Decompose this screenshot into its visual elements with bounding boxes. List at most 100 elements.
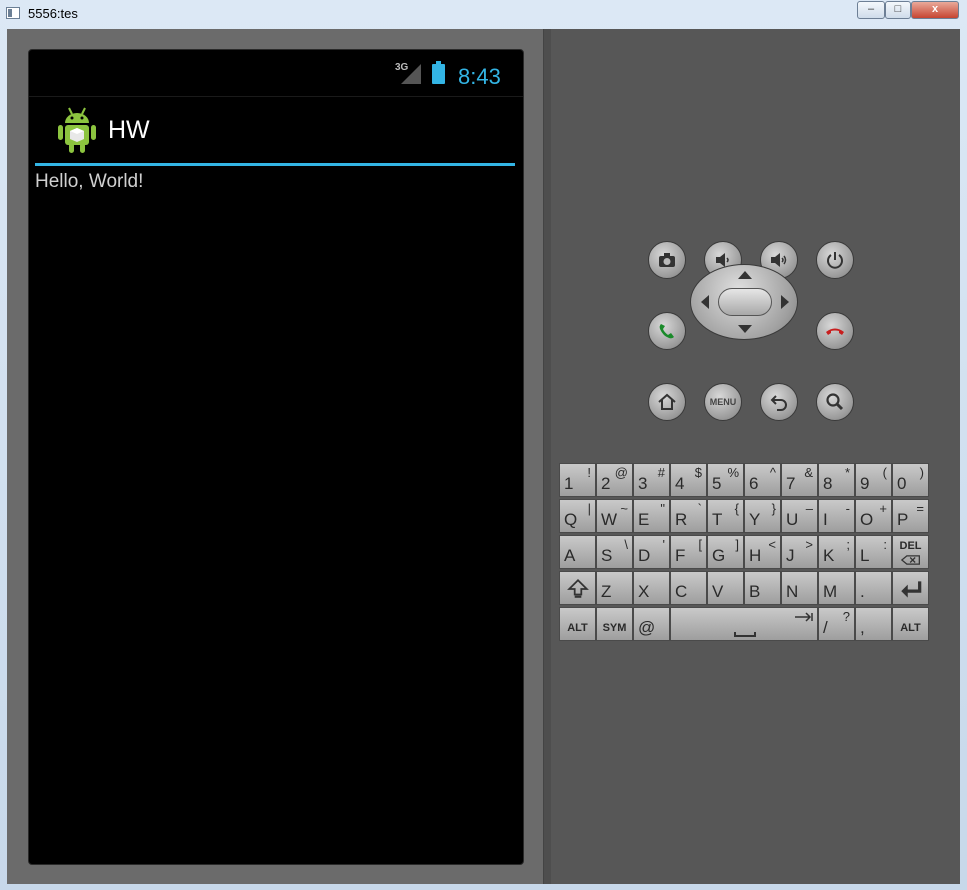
key-i[interactable]: I-	[818, 499, 855, 533]
key-b[interactable]: B	[744, 571, 781, 605]
key-8[interactable]: 8 *	[818, 463, 855, 497]
key-y[interactable]: Y}	[744, 499, 781, 533]
key-9[interactable]: 9(	[855, 463, 892, 497]
dpad-down-icon[interactable]	[738, 325, 752, 333]
call-button[interactable]	[648, 312, 686, 350]
minimize-button[interactable]: –	[857, 1, 885, 19]
device-screen[interactable]: 3G 8:43 HW Hello, World!	[28, 49, 524, 865]
key-s[interactable]: S \	[596, 535, 633, 569]
alt-right-key[interactable]: ALT	[892, 607, 929, 641]
key-f[interactable]: F[	[670, 535, 707, 569]
sym-key[interactable]: SYM	[596, 607, 633, 641]
home-button[interactable]	[648, 383, 686, 421]
key-2[interactable]: 2 @	[596, 463, 633, 497]
back-button[interactable]	[760, 383, 798, 421]
key-l[interactable]: L:	[855, 535, 892, 569]
slash-key-label: /	[823, 618, 828, 637]
key-a[interactable]: A	[559, 535, 596, 569]
android-robot-icon[interactable]	[57, 106, 97, 154]
key-w[interactable]: W ~	[596, 499, 633, 533]
key-3[interactable]: 3 #	[633, 463, 670, 497]
key-j-alt-label: >	[805, 537, 813, 552]
delete-key[interactable]: DEL	[892, 535, 929, 569]
key-c[interactable]: C	[670, 571, 707, 605]
slash-key[interactable]: /?	[818, 607, 855, 641]
key-t-label: T	[712, 510, 723, 529]
key-v[interactable]: V	[707, 571, 744, 605]
key-7[interactable]: 7 &	[781, 463, 818, 497]
key-x[interactable]: X	[633, 571, 670, 605]
space-key[interactable]	[670, 607, 818, 641]
key-a-label: A	[564, 546, 576, 565]
key-k[interactable]: K;	[818, 535, 855, 569]
backspace-icon	[901, 555, 920, 565]
alt-left-key-label: ALT	[567, 622, 588, 634]
panel-divider	[543, 29, 551, 884]
dpad-right-icon[interactable]	[781, 295, 789, 309]
key-1-alt-label: !	[587, 465, 591, 480]
key-u-label: U	[786, 510, 799, 529]
key-c-label: C	[675, 582, 688, 601]
key-o[interactable]: O +	[855, 499, 892, 533]
key-1[interactable]: 1!	[559, 463, 596, 497]
shift-icon	[567, 578, 589, 598]
key-q[interactable]: Q |	[559, 499, 596, 533]
search-button[interactable]	[816, 383, 854, 421]
key-9-label: 9	[860, 474, 870, 493]
comma-key[interactable]: ,	[855, 607, 892, 641]
key-r[interactable]: R `	[670, 499, 707, 533]
key-n[interactable]: N	[781, 571, 818, 605]
dpad-up-icon[interactable]	[738, 271, 752, 279]
key-u[interactable]: U –	[781, 499, 818, 533]
status-bar: 3G 8:43	[29, 50, 523, 97]
delete-key-label: DEL	[899, 540, 922, 552]
power-button[interactable]	[816, 241, 854, 279]
key-6-alt-label: ^	[769, 465, 776, 480]
volume-up-icon	[771, 253, 787, 267]
key-2-alt-label: @	[614, 465, 628, 480]
window-title: 5556:tes	[28, 6, 78, 21]
key-i-alt-label: -	[845, 501, 850, 516]
key-w-label: W	[601, 510, 618, 529]
key-p-alt-label: =	[916, 501, 924, 516]
home-icon	[658, 393, 676, 410]
key-0[interactable]: 0)	[892, 463, 929, 497]
camera-button[interactable]	[648, 241, 686, 279]
key-e[interactable]: E "	[633, 499, 670, 533]
key-4-label: 4	[675, 474, 685, 493]
action-bar-divider	[35, 163, 515, 166]
at-key[interactable]: @	[633, 607, 670, 641]
key-m[interactable]: M	[818, 571, 855, 605]
alt-right-key-label: ALT	[900, 622, 921, 634]
key-n-label: N	[786, 582, 799, 601]
menu-button[interactable]: MENU	[704, 383, 742, 421]
key-j[interactable]: J >	[781, 535, 818, 569]
key-p[interactable]: P =	[892, 499, 929, 533]
dpad-center-button[interactable]	[718, 288, 772, 316]
key-d[interactable]: D '	[633, 535, 670, 569]
enter-key[interactable]	[892, 571, 929, 605]
end-call-button[interactable]	[816, 312, 854, 350]
key-5-label: 5	[712, 474, 722, 493]
key-period[interactable]: .	[855, 571, 892, 605]
key-z[interactable]: Z	[596, 571, 633, 605]
alt-left-key[interactable]: ALT	[559, 607, 596, 641]
maximize-button[interactable]: □	[885, 1, 911, 19]
key-5[interactable]: 5%	[707, 463, 744, 497]
back-icon	[770, 395, 787, 411]
dpad[interactable]	[690, 264, 798, 340]
shift-key[interactable]	[559, 571, 596, 605]
key-h[interactable]: H <	[744, 535, 781, 569]
key-g[interactable]: G]	[707, 535, 744, 569]
key-t[interactable]: T{	[707, 499, 744, 533]
key-r-alt-label: `	[697, 501, 702, 516]
space-tab-icon	[734, 612, 813, 637]
camera-icon	[659, 253, 675, 267]
action-bar: HW	[29, 98, 523, 164]
key-4[interactable]: 4 $	[670, 463, 707, 497]
key-o-alt-label: +	[879, 501, 887, 516]
key-6[interactable]: 6 ^	[744, 463, 781, 497]
signal-icon	[401, 64, 421, 84]
close-button[interactable]: x	[911, 1, 959, 19]
dpad-left-icon[interactable]	[701, 295, 709, 309]
